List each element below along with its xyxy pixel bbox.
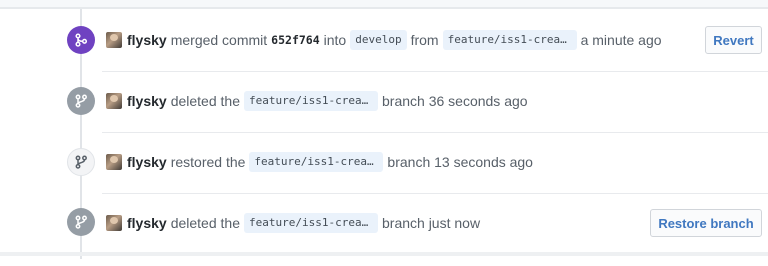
event-description: flysky deleted the feature/iss1-create… … <box>106 89 532 113</box>
event-description: flysky restored the feature/iss1-create…… <box>106 150 537 174</box>
author-link[interactable]: flysky <box>127 215 167 231</box>
timeline-bottom-edge <box>0 252 768 256</box>
base-branch-ref[interactable]: develop <box>350 30 407 50</box>
timeline-event-restored: flysky restored the feature/iss1-create…… <box>0 133 768 193</box>
event-verb: deleted the <box>170 93 240 109</box>
timeline-event-deleted: flysky deleted the feature/iss1-create… … <box>0 72 768 132</box>
git-branch-icon <box>67 87 95 115</box>
avatar[interactable] <box>106 215 122 231</box>
from-word: from <box>410 32 439 48</box>
author-link[interactable]: flysky <box>127 32 167 48</box>
avatar[interactable] <box>106 32 122 48</box>
author-link[interactable]: flysky <box>127 154 167 170</box>
git-branch-icon <box>67 208 95 236</box>
revert-button[interactable]: Revert <box>705 26 762 54</box>
head-branch-ref[interactable]: feature/iss1-create… <box>442 30 577 50</box>
event-time: a minute ago <box>580 32 662 48</box>
branch-ref[interactable]: feature/iss1-create… <box>249 152 384 172</box>
author-link[interactable]: flysky <box>127 93 167 109</box>
event-verb: merged commit <box>170 32 268 48</box>
event-description: flysky deleted the feature/iss1-create… … <box>106 211 484 235</box>
timeline-event-merged: flysky merged commit 652f764 into develo… <box>0 10 768 70</box>
event-verb: deleted the <box>170 215 240 231</box>
event-description: flysky merged commit 652f764 into develo… <box>106 28 666 52</box>
avatar[interactable] <box>106 93 122 109</box>
event-verb: restored the <box>170 154 246 170</box>
timeline-top-edge <box>0 0 768 9</box>
branch-ref[interactable]: feature/iss1-create… <box>244 213 378 233</box>
avatar[interactable] <box>106 154 122 170</box>
git-branch-icon <box>67 148 95 176</box>
into-word: into <box>323 32 347 48</box>
event-time: branch just now <box>382 215 481 231</box>
event-time: branch 36 seconds ago <box>382 93 528 109</box>
git-merge-icon <box>67 26 95 54</box>
branch-ref[interactable]: feature/iss1-create… <box>244 91 378 111</box>
timeline-event-deleted: flysky deleted the feature/iss1-create… … <box>0 194 768 254</box>
event-time: branch 13 seconds ago <box>387 154 533 170</box>
commit-sha-link[interactable]: 652f764 <box>271 33 319 47</box>
restore-branch-button[interactable]: Restore branch <box>650 209 762 237</box>
